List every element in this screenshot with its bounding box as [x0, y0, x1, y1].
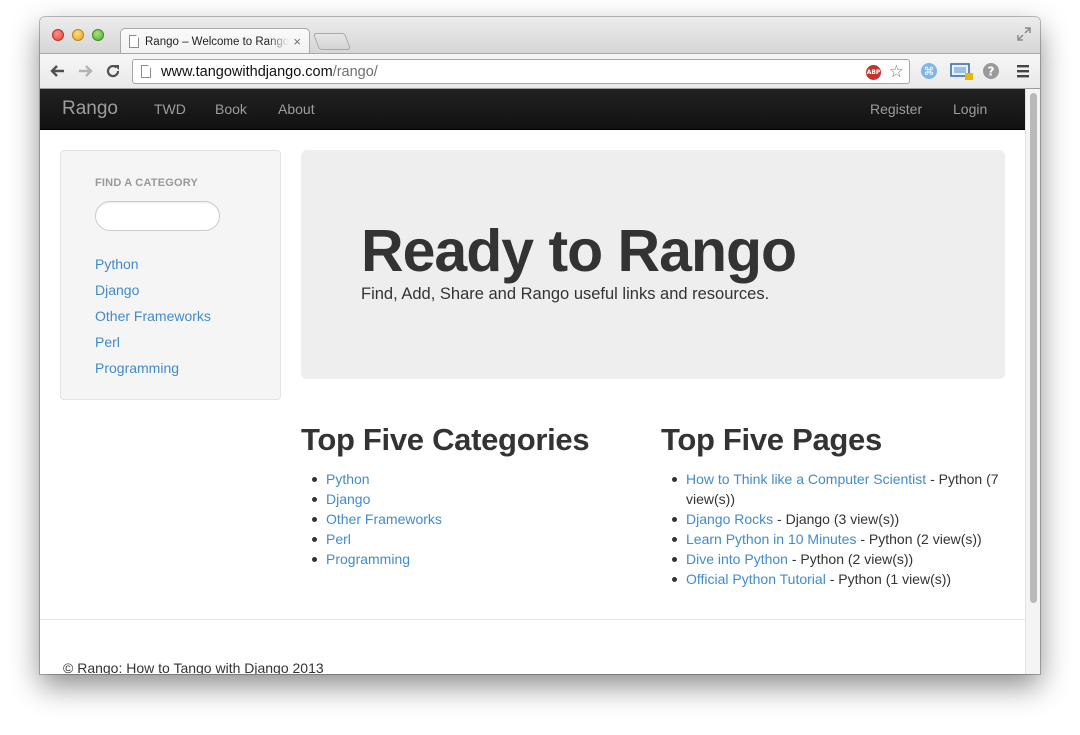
category-link[interactable]: Django	[326, 491, 370, 507]
tab-strip: Rango – Welcome to Rango ×	[40, 17, 1040, 54]
list-item: Programming	[301, 549, 631, 569]
list-item: Python	[301, 469, 631, 489]
page-link[interactable]: Official Python Tutorial	[686, 571, 826, 587]
page-viewport: Rango TWD Book About Register Login FIND…	[40, 89, 1040, 674]
browser-window: Rango – Welcome to Rango × www.tangowith…	[40, 17, 1040, 674]
sidebar-item-other-frameworks[interactable]: Other Frameworks	[95, 308, 211, 334]
back-button[interactable]	[48, 61, 68, 81]
help-icon[interactable]: ?	[982, 62, 1000, 80]
tab-title: Rango – Welcome to Rango	[145, 35, 290, 48]
address-bar[interactable]: www.tangowithdjango.com/rango/ ABP ☆	[132, 59, 910, 84]
category-link[interactable]: Other Frameworks	[326, 511, 442, 527]
page-link[interactable]: How to Think like a Computer Scientist	[686, 471, 926, 487]
list-item: Django	[301, 489, 631, 509]
jumbotron-title: Ready to Rango	[361, 218, 797, 284]
menu-icon[interactable]	[1014, 62, 1032, 80]
page-meta-continued: view(s))	[686, 491, 735, 507]
cast-window-icon[interactable]	[950, 62, 974, 80]
list-item: Django Rocks - Django (3 view(s))	[661, 509, 1011, 529]
nav-link-twd[interactable]: TWD	[154, 101, 186, 117]
extension-icon[interactable]: ⌘	[920, 62, 938, 80]
sidebar-header: FIND A CATEGORY	[95, 177, 199, 189]
category-link[interactable]: Perl	[326, 531, 351, 547]
tab-close-icon[interactable]: ×	[293, 35, 301, 48]
sidebar-item-programming[interactable]: Programming	[95, 360, 211, 386]
page-icon	[129, 35, 139, 48]
top-pages-title: Top Five Pages	[661, 422, 882, 457]
category-link[interactable]: Python	[326, 471, 370, 487]
jumbotron-subtitle: Find, Add, Share and Rango useful links …	[361, 285, 770, 303]
minimize-window-button[interactable]	[72, 29, 84, 41]
url-path: /rango/	[332, 63, 378, 80]
list-item: Other Frameworks	[301, 509, 631, 529]
list-item: How to Think like a Computer Scientist -…	[661, 469, 1011, 509]
sidebar-item-perl[interactable]: Perl	[95, 334, 211, 360]
jumbotron: Ready to Rango Find, Add, Share and Rang…	[301, 150, 1005, 379]
site-navbar: Rango TWD Book About Register Login	[40, 89, 1025, 130]
top-pages-list: How to Think like a Computer Scientist -…	[661, 469, 1011, 589]
page-meta: - Python (1 view(s))	[825, 571, 952, 587]
reload-icon	[106, 64, 120, 78]
svg-text:?: ?	[988, 65, 995, 79]
page-link[interactable]: Learn Python in 10 Minutes	[686, 531, 856, 547]
list-item: Official Python Tutorial - Python (1 vie…	[661, 569, 1011, 589]
list-item: Dive into Python - Python (2 view(s))	[661, 549, 1011, 569]
nav-link-register[interactable]: Register	[870, 101, 922, 117]
new-tab-button[interactable]	[312, 33, 352, 50]
sidebar-category-list: Python Django Other Frameworks Perl Prog…	[95, 256, 211, 386]
page-meta: - Django (3 view(s))	[773, 511, 900, 527]
page-meta: - Python (2 view(s))	[787, 551, 914, 567]
list-item: Learn Python in 10 Minutes - Python (2 v…	[661, 529, 1011, 549]
fullscreen-icon[interactable]	[1016, 26, 1032, 42]
url-host: www.tangowithdjango.com	[161, 63, 333, 80]
browser-tab[interactable]: Rango – Welcome to Rango ×	[120, 28, 310, 54]
reload-button[interactable]	[103, 61, 123, 81]
sidebar-item-python[interactable]: Python	[95, 256, 211, 282]
list-item: Perl	[301, 529, 631, 549]
page-link[interactable]: Dive into Python	[686, 551, 788, 567]
footer-divider	[40, 619, 1025, 620]
bookmark-star-icon[interactable]: ☆	[889, 62, 904, 82]
navbar-brand[interactable]: Rango	[62, 98, 118, 120]
adblock-icon[interactable]: ABP	[866, 65, 881, 80]
category-link[interactable]: Programming	[326, 551, 410, 567]
top-categories-title: Top Five Categories	[301, 422, 590, 457]
svg-text:⌘: ⌘	[924, 65, 935, 78]
page-meta: - Python (2 view(s))	[856, 531, 982, 547]
page-icon	[141, 65, 151, 78]
sidebar-item-django[interactable]: Django	[95, 282, 211, 308]
vertical-scrollbar[interactable]	[1025, 89, 1040, 674]
url-text[interactable]: www.tangowithdjango.com/rango/	[161, 64, 378, 80]
forward-arrow-icon	[79, 65, 93, 77]
category-search-input[interactable]	[95, 201, 220, 231]
close-window-button[interactable]	[52, 29, 64, 41]
nav-link-login[interactable]: Login	[953, 101, 987, 117]
nav-link-about[interactable]: About	[278, 101, 315, 117]
scrollbar-thumb[interactable]	[1030, 93, 1037, 603]
zoom-window-button[interactable]	[92, 29, 104, 41]
footer-text: © Rango: How to Tango with Django 2013	[63, 660, 324, 674]
page-meta: - Python (7	[926, 471, 999, 487]
top-categories-list: Python Django Other Frameworks Perl Prog…	[301, 469, 631, 569]
back-arrow-icon	[50, 65, 64, 77]
forward-button[interactable]	[75, 61, 95, 81]
nav-link-book[interactable]: Book	[215, 101, 247, 117]
sidebar: FIND A CATEGORY Python Django Other Fram…	[60, 150, 281, 400]
browser-toolbar: www.tangowithdjango.com/rango/ ABP ☆ ⌘ ?	[40, 53, 1040, 89]
page-link[interactable]: Django Rocks	[686, 511, 773, 527]
